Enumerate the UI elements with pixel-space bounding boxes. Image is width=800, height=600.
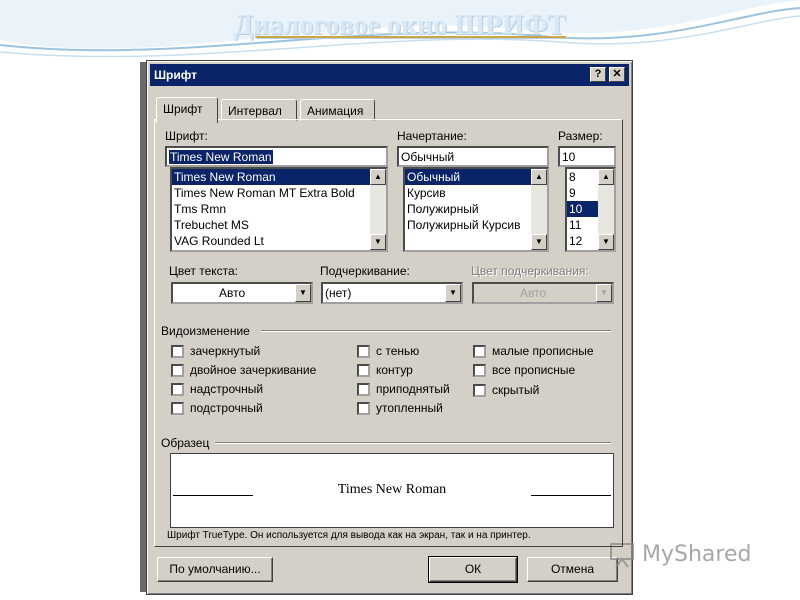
double-strikethrough-label: двойное зачеркивание [190, 363, 317, 377]
style-list-scrollbar[interactable]: ▲ ▼ [531, 169, 547, 250]
scroll-up-icon[interactable]: ▲ [598, 169, 614, 185]
scroll-down-icon[interactable]: ▼ [598, 234, 614, 250]
style-list-item[interactable]: Курсив [405, 185, 547, 201]
preview-group-divider [215, 442, 611, 444]
effects-group-label: Видоизменение [161, 324, 250, 338]
watermark: MyShared [608, 536, 778, 576]
small-caps-label: малые прописные [492, 344, 594, 358]
underline-select[interactable]: (нет) ▼ [321, 282, 463, 304]
size-label: Размер: [558, 129, 603, 143]
engrave-checkbox[interactable] [357, 402, 370, 415]
tab-animation[interactable]: Анимация [300, 99, 375, 121]
font-label: Шрифт: [165, 129, 208, 143]
font-input-value: Times New Roman [169, 150, 273, 164]
font-list-item[interactable]: VAG Rounded Lt [172, 233, 386, 249]
font-listbox[interactable]: Times New Roman Times New Roman MT Extra… [170, 167, 388, 252]
scroll-up-icon[interactable]: ▲ [531, 169, 547, 185]
all-caps-checkbox[interactable] [473, 364, 486, 377]
font-list-item[interactable]: Times New Roman MT Extra Bold [172, 185, 386, 201]
size-listbox[interactable]: 8 9 10 11 12 ▲ ▼ [565, 167, 616, 252]
underline-color-label: Цвет подчеркивания: [471, 264, 589, 278]
effects-group-divider [261, 330, 611, 332]
all-caps-label: все прописные [492, 363, 576, 377]
small-caps-checkbox[interactable] [473, 345, 486, 358]
outline-checkbox[interactable] [357, 364, 370, 377]
subscript-label: подстрочный [190, 401, 263, 415]
outline-label: контур [376, 363, 413, 377]
size-list-scrollbar[interactable]: ▲ ▼ [598, 169, 614, 250]
font-list-item[interactable]: Tms Rmn [172, 201, 386, 217]
font-color-label: Цвет текста: [169, 264, 239, 278]
cancel-button[interactable]: Отмена [527, 557, 618, 582]
dialog-titlebar: Шрифт ? ✕ [150, 64, 629, 86]
subscript-checkbox[interactable] [171, 402, 184, 415]
chevron-down-icon[interactable]: ▼ [445, 284, 461, 302]
font-input[interactable]: Times New Roman [165, 146, 388, 167]
emboss-checkbox[interactable] [357, 383, 370, 396]
hidden-label: скрытый [492, 383, 540, 397]
underline-value: (нет) [325, 286, 352, 300]
underline-color-select[interactable]: Авто ▼ [472, 282, 614, 304]
superscript-checkbox[interactable] [171, 383, 184, 396]
engrave-label: утопленный [376, 401, 443, 415]
scroll-down-icon[interactable]: ▼ [370, 234, 386, 250]
scroll-up-icon[interactable]: ▲ [370, 169, 386, 185]
preview-box: Times New Roman [170, 453, 614, 528]
strikethrough-label: зачеркнутый [190, 344, 261, 358]
superscript-label: надстрочный [190, 382, 264, 396]
font-color-value: Авто [219, 286, 246, 300]
watermark-text: MyShared [642, 542, 752, 567]
tab-font[interactable]: Шрифт [156, 97, 218, 123]
preview-right-line [531, 495, 611, 496]
style-input[interactable]: Обычный [397, 146, 549, 167]
font-list-scrollbar[interactable]: ▲ ▼ [370, 169, 386, 250]
style-list-item[interactable]: Обычный [405, 169, 547, 185]
ok-button[interactable]: ОК [428, 556, 518, 583]
font-list-item[interactable]: Trebuchet MS [172, 217, 386, 233]
scroll-down-icon[interactable]: ▼ [531, 234, 547, 250]
underline-color-value: Авто [520, 286, 547, 300]
style-list-item[interactable]: Полужирный Курсив [405, 217, 547, 233]
font-color-select[interactable]: Авто ▼ [171, 282, 313, 304]
underline-label: Подчеркивание: [320, 264, 410, 278]
chevron-down-icon[interactable]: ▼ [295, 284, 311, 302]
style-list-item[interactable]: Полужирный [405, 201, 547, 217]
preview-group-label: Образец [161, 436, 210, 450]
hidden-checkbox[interactable] [473, 384, 486, 397]
preview-note: Шрифт TrueType. Он используется для выво… [167, 530, 531, 541]
close-button[interactable]: ✕ [609, 67, 625, 82]
set-default-button[interactable]: По умолчанию... [157, 557, 273, 582]
slide-title: Диалоговое окно ШРИФТ [234, 10, 566, 41]
chevron-down-icon[interactable]: ▼ [596, 284, 612, 302]
double-strikethrough-checkbox[interactable] [171, 364, 184, 377]
dialog-title: Шрифт [154, 68, 197, 82]
shadow-checkbox[interactable] [357, 345, 370, 358]
font-dialog: Шрифт ? ✕ Шрифт Интервал Анимация Шрифт:… [146, 60, 633, 595]
tab-spacing[interactable]: Интервал [221, 99, 297, 121]
emboss-label: приподнятый [376, 382, 450, 396]
font-list-item[interactable]: Times New Roman [172, 169, 386, 185]
size-input[interactable]: 10 [558, 146, 616, 167]
shadow-label: с тенью [376, 344, 420, 358]
style-label: Начертание: [397, 129, 467, 143]
style-listbox[interactable]: Обычный Курсив Полужирный Полужирный Кур… [403, 167, 549, 252]
strikethrough-checkbox[interactable] [171, 345, 184, 358]
help-button[interactable]: ? [590, 67, 606, 82]
